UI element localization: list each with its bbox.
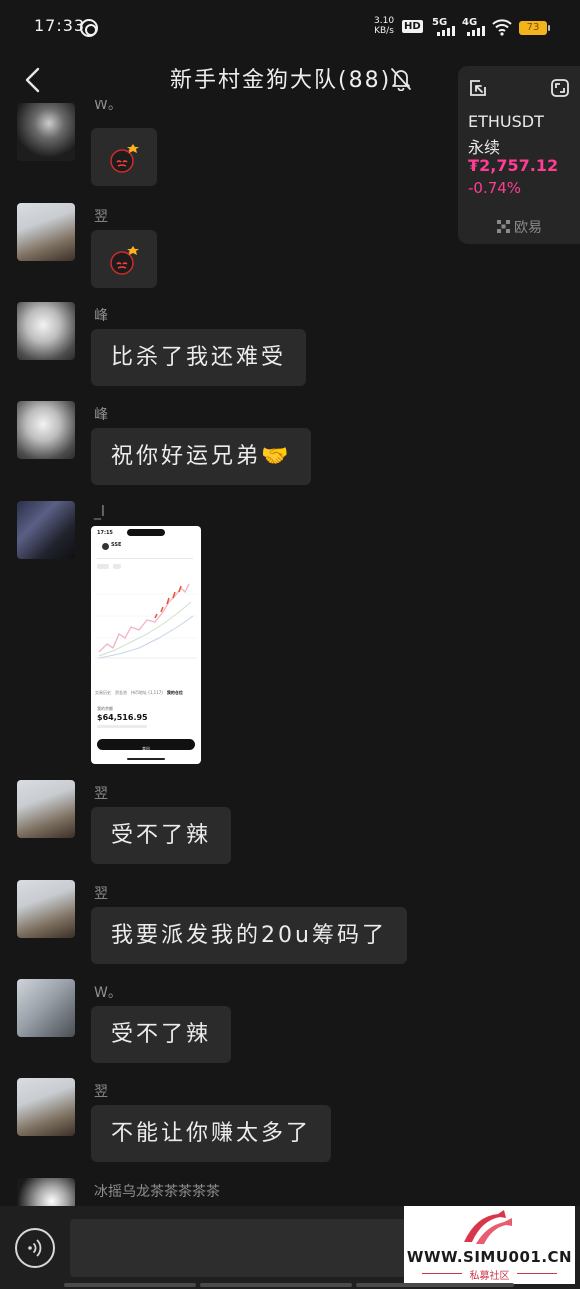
battery-level: 73 <box>526 22 540 33</box>
screenshot-price-chart <box>95 583 197 659</box>
network-speed-value: 3.10 <box>374 16 395 26</box>
wifi-icon <box>492 19 512 36</box>
status-bar: 17:33 3.10 KB/s HD 5G 4G 73 <box>0 0 580 56</box>
bomb-icon <box>110 144 139 173</box>
avatar[interactable] <box>17 401 75 459</box>
avatar[interactable] <box>17 979 75 1037</box>
exit-float-icon[interactable] <box>468 78 488 98</box>
screenshot-sell-button: 卖出 <box>97 739 195 751</box>
sender-name: W。 <box>94 985 122 1001</box>
sender-name: W。 <box>94 100 122 113</box>
avatar[interactable] <box>17 203 75 261</box>
sender-name: 冰摇乌龙茶茶茶茶茶 <box>94 1184 220 1200</box>
battery-icon: 73 <box>519 21 550 35</box>
screenshot-time: 17:15 <box>97 530 113 536</box>
avatar[interactable] <box>17 1178 75 1206</box>
avatar[interactable] <box>17 302 75 360</box>
message-bubble[interactable]: 受不了辣 <box>91 1006 232 1063</box>
nav-hint <box>356 1283 514 1287</box>
nav-hint <box>64 1283 196 1287</box>
nav-hint <box>200 1283 352 1287</box>
message-bubble[interactable]: 比杀了我还难受 <box>91 329 307 386</box>
okx-logo-icon <box>497 220 510 233</box>
status-time: 17:33 <box>34 16 86 35</box>
chat-title[interactable]: 新手村金狗大队(88) <box>170 62 391 94</box>
message-bubble[interactable]: 我要派发我的20u筹码了 <box>91 907 407 964</box>
sender-name: 翌 <box>94 1084 108 1100</box>
watermark-url: WWW.SIMU001.CN <box>406 1248 573 1266</box>
message-input[interactable] <box>70 1219 405 1277</box>
chevron-left-icon[interactable] <box>20 66 48 94</box>
sim1-signal-icon <box>437 26 455 36</box>
bell-slash-icon <box>391 68 411 91</box>
screenshot-balance: $64,516.95 <box>97 713 148 722</box>
hd-voice-badge: HD <box>402 20 423 33</box>
ticker-change: -0.74% <box>468 179 522 197</box>
sender-name: 翌 <box>94 786 108 802</box>
message-bubble[interactable]: 受不了辣 <box>91 807 232 864</box>
expand-icon[interactable] <box>550 78 570 98</box>
sender-name: _l <box>94 504 105 520</box>
sender-name: 峰 <box>94 308 108 324</box>
emoji-bubble[interactable] <box>91 128 157 186</box>
contract-type: 永续 <box>468 138 501 157</box>
bomb-icon <box>110 246 139 275</box>
sender-name: 翌 <box>94 886 108 902</box>
sim2-signal-icon <box>467 26 485 36</box>
network-speed-unit: KB/s <box>374 26 394 36</box>
avatar[interactable] <box>17 780 75 838</box>
screenshot-token: SSE <box>111 542 122 548</box>
network-speed: 3.10 KB/s <box>374 16 394 36</box>
message-bubble[interactable]: 不能让你赚太多了 <box>91 1105 332 1162</box>
avatar[interactable] <box>17 1078 75 1136</box>
ticker-symbol: ETHUSDT <box>468 112 544 131</box>
image-message[interactable]: 17:15 SSE 交易历史 资金池 持币地址 (1,117) 我的仓位 我的余… <box>91 526 201 764</box>
avatar[interactable] <box>17 880 75 938</box>
avatar[interactable] <box>17 103 75 161</box>
app-notification-icon <box>80 19 98 37</box>
simu-logo-icon <box>464 1210 512 1244</box>
screenshot-balance-label: 我的余额 <box>97 706 113 711</box>
site-watermark: WWW.SIMU001.CN 私募社区 <box>404 1206 575 1284</box>
message-list[interactable]: W。 翌 峰 比杀了我还难受 峰 祝你好运兄弟🤝 _l 17:15 SSE 交易… <box>0 100 580 1206</box>
watermark-subtitle: 私募社区 <box>469 1271 510 1282</box>
avatar[interactable] <box>17 501 75 559</box>
message-bubble[interactable]: 祝你好运兄弟🤝 <box>91 428 312 485</box>
sender-name: 翌 <box>94 209 108 225</box>
voice-input-icon[interactable] <box>15 1228 55 1268</box>
ticker-price: ₮2,757.12 <box>468 156 559 175</box>
ticker-widget[interactable]: ETHUSDT 永续 ₮2,757.12 -0.74% 欧易 <box>458 66 580 244</box>
screenshot-tabs: 交易历史 资金池 持币地址 (1,117) 我的仓位 <box>95 690 183 695</box>
sender-name: 峰 <box>94 407 108 423</box>
emoji-bubble[interactable] <box>91 230 157 288</box>
exchange-name: 欧易 <box>514 220 542 236</box>
